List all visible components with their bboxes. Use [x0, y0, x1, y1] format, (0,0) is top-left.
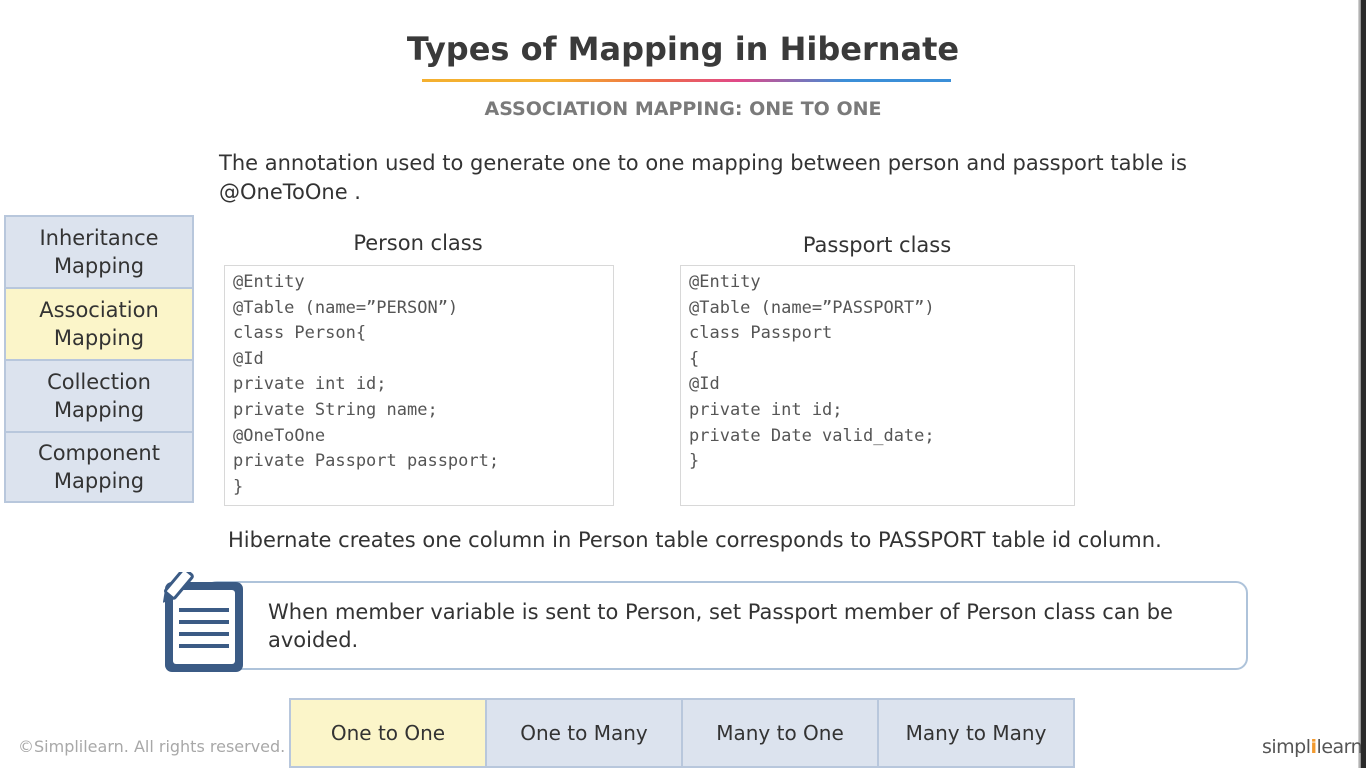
callout-text: When member variable is sent to Person, …: [268, 600, 1173, 652]
title-underline: [422, 79, 951, 82]
notepad-pencil-icon: [163, 572, 243, 672]
simplilearn-logo: simplilearn: [1262, 736, 1363, 758]
side-nav-item-component[interactable]: Component Mapping: [4, 431, 194, 503]
code-line: private int id;: [233, 374, 387, 395]
code-line: @Entity: [233, 272, 305, 292]
code-line: @Table (name=”PASSPORT”): [689, 297, 935, 318]
person-class-label: Person class: [353, 231, 483, 255]
bottom-tabs: One to One One to Many Many to One Many …: [289, 698, 1075, 768]
tab-one-to-one[interactable]: One to One: [289, 698, 485, 768]
passport-class-label: Passport class: [802, 233, 952, 257]
side-nav-item-inheritance[interactable]: Inheritance Mapping: [4, 215, 194, 287]
tab-many-to-many[interactable]: Many to Many: [877, 698, 1075, 768]
code-line: @Entity: [689, 272, 761, 292]
side-nav: Inheritance Mapping Association Mapping …: [4, 215, 194, 503]
slide-subtitle: ASSOCIATION MAPPING: ONE TO ONE: [484, 98, 882, 120]
code-line: @OneToOne: [233, 425, 326, 446]
side-nav-item-collection[interactable]: Collection Mapping: [4, 359, 194, 431]
code-line: @Id: [689, 374, 720, 395]
side-nav-item-association[interactable]: Association Mapping: [4, 287, 194, 359]
slide-title: Types of Mapping in Hibernate: [406, 30, 960, 68]
tab-one-to-many[interactable]: One to Many: [485, 698, 681, 768]
code-line: }: [689, 451, 700, 472]
logo-part: simpl: [1262, 736, 1311, 758]
copyright-notice: ©Simplilearn. All rights reserved.: [18, 737, 286, 756]
code-line: class Person{: [233, 323, 367, 344]
code-line: private Passport passport;: [233, 451, 500, 472]
intro-text: The annotation used to generate one to o…: [219, 151, 1187, 204]
code-line: {: [689, 348, 700, 369]
person-code-box: @Entity @Table (name=”PERSON”) class Per…: [224, 265, 614, 506]
code-line: private int id;: [689, 399, 843, 420]
code-line: }: [233, 476, 244, 497]
logo-part: learn: [1316, 736, 1363, 758]
tab-many-to-one[interactable]: Many to One: [681, 698, 877, 768]
code-line: private Date valid_date;: [689, 425, 935, 446]
code-line: @Table (name=”PERSON”): [233, 297, 459, 318]
passport-code-box: @Entity @Table (name=”PASSPORT”) class P…: [680, 265, 1075, 506]
code-line: @Id: [233, 348, 264, 369]
code-line: class Passport: [689, 323, 833, 344]
code-line: private String name;: [233, 399, 438, 420]
hibernate-note: Hibernate creates one column in Person t…: [228, 528, 1162, 552]
